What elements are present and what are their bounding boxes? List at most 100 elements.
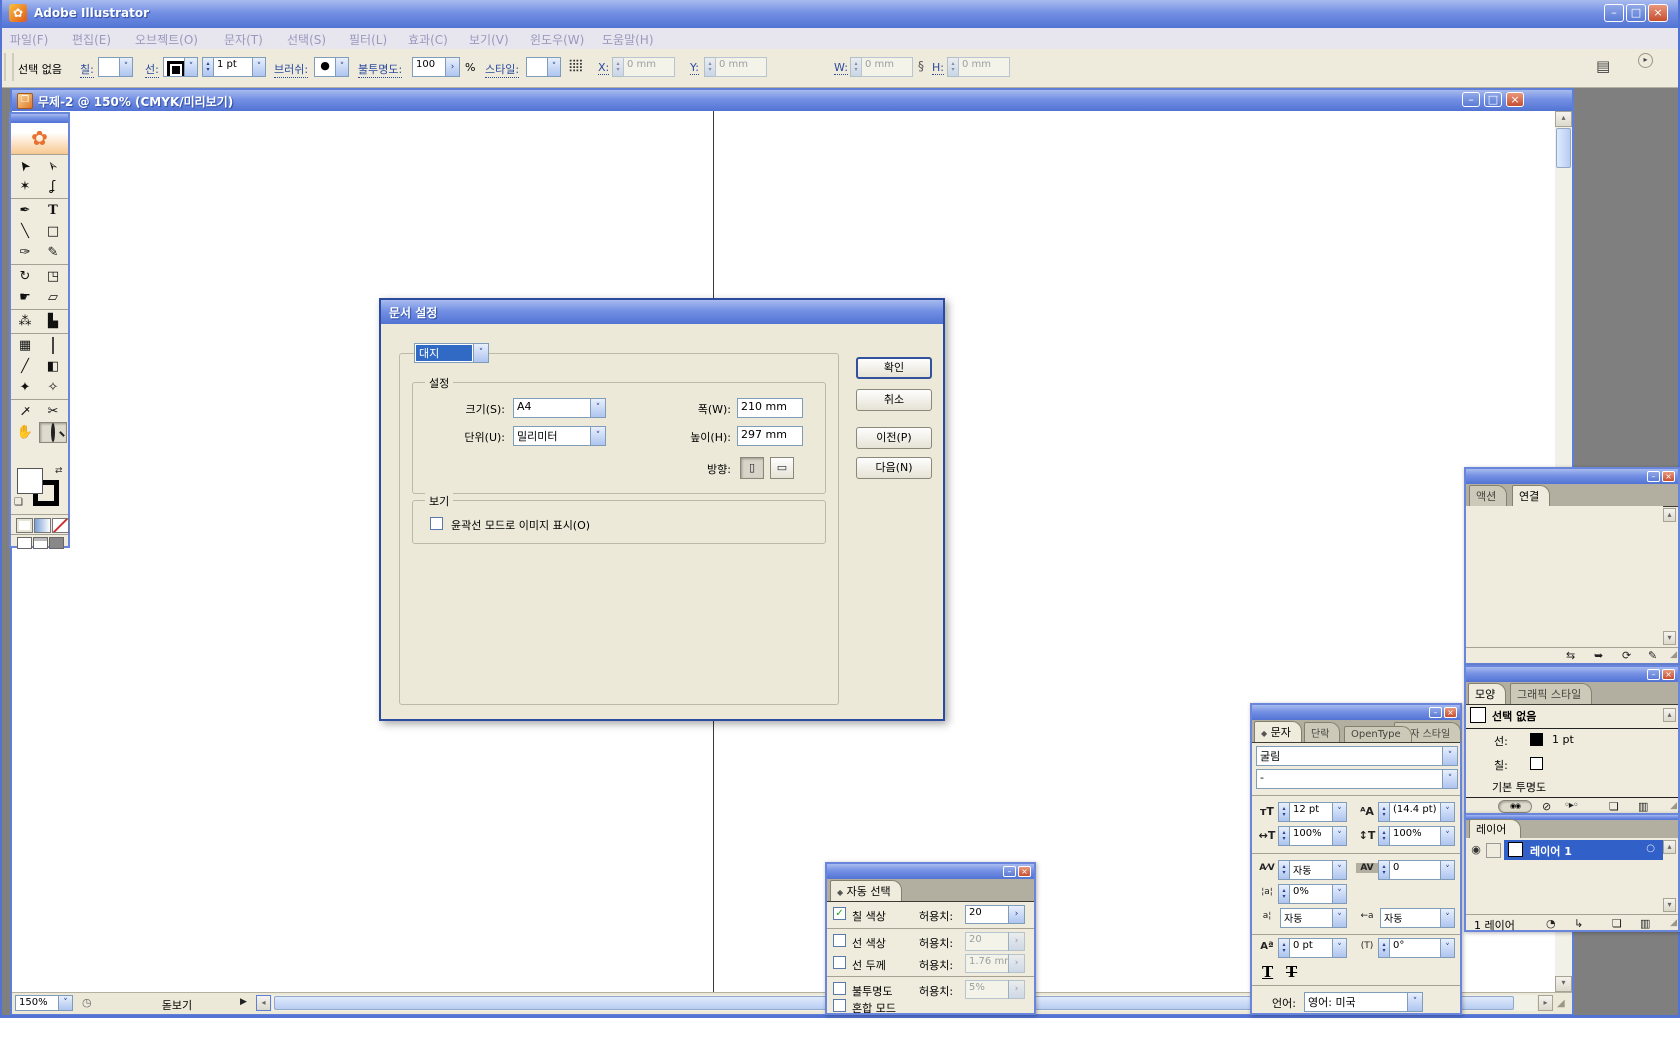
stroke-tolerance-field[interactable]: 20	[965, 932, 1009, 951]
tab-actions[interactable]: 액션	[1469, 485, 1507, 506]
clear-appearance-icon[interactable]: ⊘	[1542, 800, 1551, 813]
tab-links[interactable]: 연결	[1512, 485, 1550, 506]
next-button[interactable]: 다음(N)	[856, 457, 932, 479]
links-list[interactable]	[1466, 506, 1663, 647]
vertical-scale-dropdown[interactable]: ˅	[1440, 826, 1455, 846]
font-size-dropdown[interactable]: ˅	[1332, 802, 1347, 822]
stroke-label[interactable]: 선:	[145, 61, 159, 78]
fill-proxy-swatch[interactable]	[17, 468, 43, 494]
w-label[interactable]: W:	[834, 61, 848, 75]
relink-icon[interactable]: ⇆	[1566, 649, 1575, 662]
appearance-row-fill[interactable]: 칠:	[1466, 752, 1678, 776]
none-button[interactable]	[52, 518, 69, 533]
document-titlebar[interactable]: ❒ 무제-2 @ 150% (CMYK/미리보기) – □ ×	[12, 90, 1572, 111]
status-flyout-icon[interactable]: ▶	[240, 997, 247, 1007]
scroll-right-button[interactable]: ▸	[1538, 995, 1553, 1011]
w-field[interactable]: 0 mm	[861, 57, 913, 77]
fill-label[interactable]: 칠:	[80, 61, 94, 78]
app-close-button[interactable]: ×	[1648, 4, 1668, 22]
document-restore-button[interactable]: □	[1484, 92, 1502, 107]
language-field[interactable]: 영어: 미국	[1304, 992, 1408, 1012]
tracking-field[interactable]: 0	[1389, 860, 1441, 880]
magic-wand-tab[interactable]: ◆ 자동 선택	[830, 880, 902, 901]
menu-object[interactable]: 오브젝트(O)	[135, 31, 198, 48]
menu-type[interactable]: 문자(T)	[224, 31, 263, 48]
baseline-shift-field[interactable]: 0 pt	[1289, 938, 1333, 958]
mesh-tool[interactable]: ▦	[11, 335, 39, 356]
character-rotation-dropdown[interactable]: ˅	[1440, 938, 1455, 958]
link-dimensions-icon[interactable]: §	[918, 59, 924, 73]
scissors-tool[interactable]: ✂	[39, 401, 67, 422]
appearance-resize-grip[interactable]: ◢	[1670, 801, 1677, 811]
type-tool[interactable]: T	[39, 200, 67, 221]
links-minimize-button[interactable]: –	[1647, 471, 1660, 482]
menu-select[interactable]: 선택(S)	[287, 31, 326, 48]
fill-dropdown-button[interactable]: ˅	[119, 57, 133, 77]
font-size-field[interactable]: 12 pt	[1289, 802, 1333, 822]
layers-scroll-down[interactable]: ▾	[1663, 898, 1676, 912]
rotate-tool[interactable]: ↻	[11, 266, 39, 287]
tsume-dropdown[interactable]: ˅	[1332, 884, 1347, 904]
scale-tool[interactable]: ◳	[39, 266, 67, 287]
ok-button[interactable]: 확인	[856, 357, 932, 379]
links-resize-grip[interactable]: ◢	[1670, 650, 1677, 660]
rectangle-tool[interactable]: □	[39, 221, 67, 242]
new-sublayer-icon[interactable]: ↳	[1574, 917, 1583, 930]
gradient-button[interactable]	[34, 518, 51, 533]
dialog-section-combo[interactable]: 대지	[414, 343, 474, 363]
links-scroll-up[interactable]: ▴	[1663, 508, 1676, 522]
opacity-flyout-button[interactable]: ›	[445, 57, 460, 77]
paintbrush-tool[interactable]: ✑	[11, 242, 39, 263]
magic-wand-minimize-button[interactable]: –	[1003, 866, 1016, 877]
fullscreen-menubar-button[interactable]	[33, 537, 48, 549]
x-field[interactable]: 0 mm	[623, 57, 675, 77]
palette-collapse-icon[interactable]: ◆	[1261, 729, 1267, 738]
new-art-basic-appearance-button[interactable]: ◉◉	[1498, 800, 1532, 813]
aki-right-field[interactable]: 자동	[1380, 908, 1441, 928]
fill-tolerance-flyout[interactable]: ›	[1008, 905, 1025, 924]
line-tool[interactable]: ╲	[11, 221, 39, 242]
control-flyout-button[interactable]: ▸	[1638, 53, 1653, 68]
stroke-weight-checkbox[interactable]	[833, 956, 846, 969]
zoom-level-dropdown[interactable]: ˅	[58, 995, 73, 1011]
appearance-row-stroke[interactable]: 선: 1 pt	[1466, 728, 1678, 752]
live-paint-bucket-tool[interactable]: ✦	[11, 377, 39, 398]
appearance-scroll-up[interactable]: ▴	[1663, 708, 1676, 722]
size-dropdown[interactable]: ˅	[590, 398, 606, 418]
outline-mode-label[interactable]: 윤곽선 모드로 이미지 표시(O)	[451, 517, 590, 533]
leading-dropdown[interactable]: ˅	[1440, 802, 1455, 822]
strikethrough-button[interactable]: T	[1286, 963, 1297, 981]
opacity-checkbox[interactable]	[833, 982, 846, 995]
palette-collapse-icon[interactable]: ◆	[837, 888, 843, 897]
orientation-landscape-button[interactable]: ▭	[770, 457, 794, 479]
edit-original-icon[interactable]: ✎	[1648, 649, 1657, 662]
height-field[interactable]: 297 mm	[737, 426, 803, 446]
links-titlebar[interactable]: – ×	[1466, 469, 1678, 484]
stroke-tolerance-flyout[interactable]: ›	[1008, 932, 1025, 951]
kerning-dropdown[interactable]: ˅	[1332, 860, 1347, 880]
menu-file[interactable]: 파일(F)	[10, 31, 48, 48]
stroke-weight-dropdown[interactable]: ˅	[252, 57, 266, 77]
brush-field[interactable]: ●	[314, 57, 336, 77]
style-dropdown-button[interactable]: ˅	[547, 57, 561, 77]
brush-dropdown-button[interactable]: ˅	[335, 57, 349, 77]
update-link-icon[interactable]: ⟳	[1622, 649, 1631, 662]
scroll-up-button[interactable]: ▴	[1555, 111, 1572, 127]
character-rotation-field[interactable]: 0°	[1389, 938, 1441, 958]
fullscreen-button[interactable]	[49, 537, 64, 549]
tab-appearance[interactable]: 모양	[1468, 683, 1506, 704]
menu-filter[interactable]: 필터(L)	[349, 31, 387, 48]
swap-fill-stroke-icon[interactable]: ⇄	[55, 466, 63, 476]
language-dropdown[interactable]: ˅	[1407, 992, 1423, 1012]
go-to-link-icon[interactable]: ➥	[1594, 649, 1603, 662]
y-field[interactable]: 0 mm	[715, 57, 767, 77]
pen-tool[interactable]: ✒	[11, 200, 39, 221]
orientation-portrait-button[interactable]: ▯	[740, 457, 764, 479]
opacity-field[interactable]: 100	[412, 57, 446, 77]
delete-layer-icon[interactable]: ▥	[1640, 917, 1650, 930]
control-grip[interactable]	[4, 53, 14, 81]
opacity-label[interactable]: 불투명도:	[358, 61, 402, 78]
zoom-tool[interactable]	[39, 422, 67, 443]
window-resize-grip[interactable]: ◢	[1557, 998, 1565, 1009]
make-clipping-mask-icon[interactable]: ◔	[1546, 917, 1556, 930]
